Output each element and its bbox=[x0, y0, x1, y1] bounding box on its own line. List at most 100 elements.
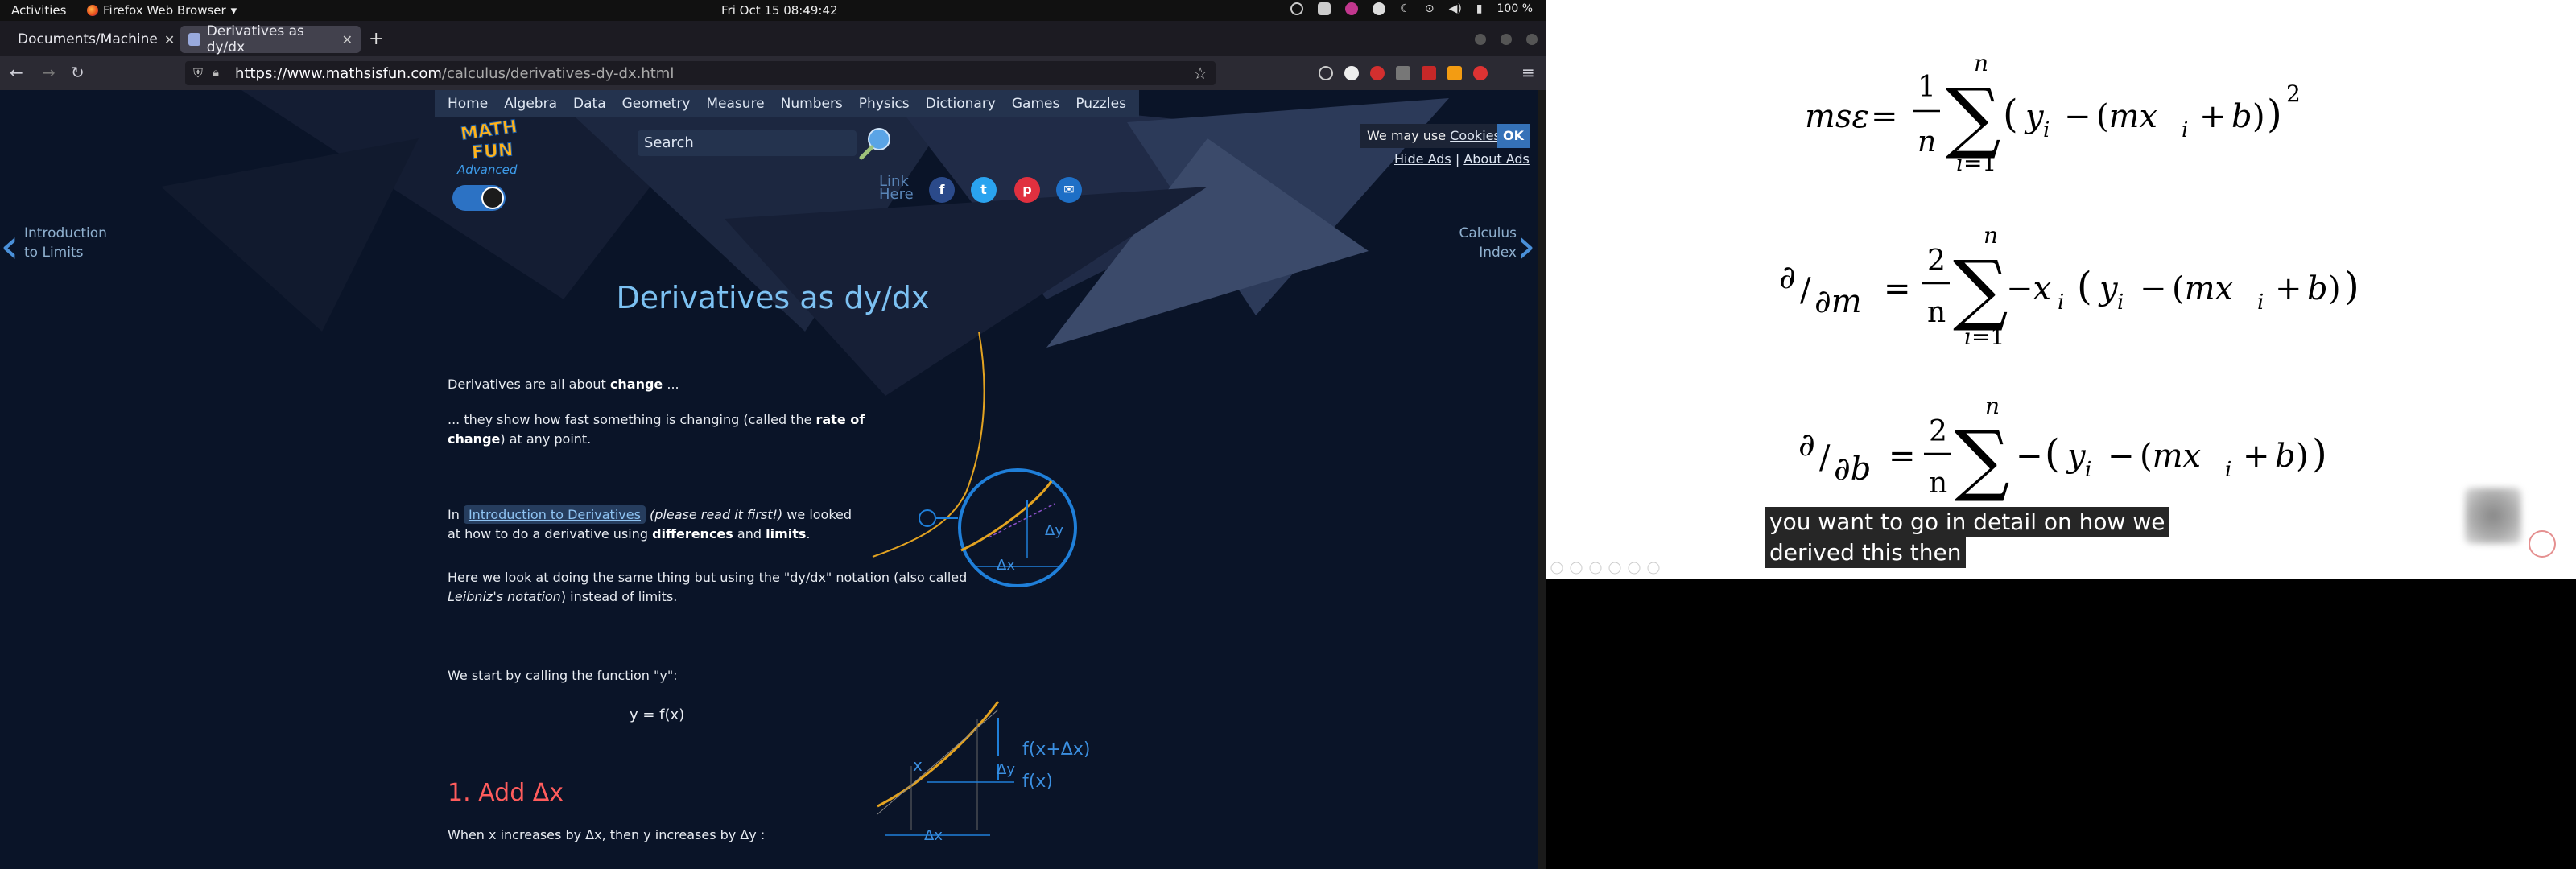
window-close-button[interactable] bbox=[1526, 34, 1538, 45]
menu-algebra[interactable]: Algebra bbox=[496, 96, 565, 112]
tab-derivatives[interactable]: Derivatives as dy/dx ✕ bbox=[180, 23, 361, 56]
chevron-right-icon[interactable]: › bbox=[1517, 222, 1536, 270]
next-page-link[interactable]: Calculus Index bbox=[1449, 224, 1517, 262]
section-heading-add-dx: 1. Add Δx bbox=[448, 779, 564, 807]
svg-text:b: b bbox=[2307, 270, 2328, 307]
battery-icon[interactable]: ▮ bbox=[1476, 2, 1483, 15]
night-light-icon[interactable]: ☾ bbox=[1400, 2, 1410, 15]
extension-icon[interactable] bbox=[1396, 66, 1410, 80]
caption-line-1: you want to go in detail on how we bbox=[1765, 507, 2170, 537]
pinterest-icon[interactable]: p bbox=[1014, 177, 1040, 203]
svg-text:b: b bbox=[2231, 98, 2252, 135]
extension-icon[interactable] bbox=[1422, 66, 1436, 80]
video-player[interactable]: msε = 1 n ∑ n i=1 ( y i − (mx i + b ) ) … bbox=[1546, 0, 2576, 579]
svg-text:∑: ∑ bbox=[1953, 244, 2008, 334]
tab-documents[interactable]: Documents/Machine ✕ bbox=[3, 26, 179, 53]
p1-text: Derivatives are all about bbox=[448, 377, 610, 392]
pocket-icon[interactable] bbox=[1319, 66, 1333, 80]
p4-italic: Leibniz's notation bbox=[448, 589, 561, 604]
p3-italic: (please read it first!) bbox=[650, 507, 783, 522]
reload-icon[interactable]: ↻ bbox=[71, 63, 85, 82]
app-indicator-icon[interactable] bbox=[1345, 2, 1359, 15]
page-title: Derivatives as dy/dx bbox=[616, 280, 930, 315]
dark-mode-toggle[interactable] bbox=[452, 185, 506, 211]
menu-data[interactable]: Data bbox=[565, 96, 614, 112]
discord-icon[interactable] bbox=[1318, 2, 1331, 15]
activities-button[interactable]: Activities bbox=[11, 3, 66, 18]
svg-text:/: / bbox=[1819, 439, 1831, 476]
menu-physics[interactable]: Physics bbox=[851, 96, 918, 112]
hide-ads-link[interactable]: Hide Ads bbox=[1394, 151, 1451, 167]
about-ads-link[interactable]: About Ads bbox=[1463, 151, 1530, 167]
forward-icon[interactable]: → bbox=[42, 63, 56, 82]
menu-dictionary[interactable]: Dictionary bbox=[918, 96, 1004, 112]
svg-text:(: ( bbox=[2003, 92, 2018, 137]
partial-b-equation: ∂ / ∂b = 2 n ∑ n − ( y i − (mx i + b ) ) bbox=[1798, 393, 2327, 505]
twitter-icon[interactable]: t bbox=[971, 177, 997, 203]
network-icon[interactable]: ⊙ bbox=[1425, 2, 1435, 15]
prev-page-link[interactable]: Introduction to Limits bbox=[24, 224, 107, 262]
adblock-icon[interactable] bbox=[1370, 66, 1385, 80]
chevron-left-icon[interactable]: ‹ bbox=[0, 222, 19, 270]
blurred-watermark bbox=[2465, 488, 2521, 544]
svg-text:∂m: ∂m bbox=[1814, 283, 1862, 320]
lock-icon[interactable]: 🔒︎ bbox=[213, 65, 219, 80]
toggle-knob bbox=[481, 187, 504, 209]
shield-icon[interactable]: ⛨ bbox=[193, 65, 203, 81]
svg-text:): ) bbox=[2296, 438, 2309, 475]
player-controls[interactable] bbox=[1550, 562, 1660, 575]
maximize-button[interactable] bbox=[1501, 34, 1512, 45]
svg-text:i: i bbox=[2043, 118, 2050, 142]
extension-icon[interactable] bbox=[1344, 66, 1359, 80]
link-here[interactable]: Link Here bbox=[879, 175, 914, 202]
svg-text:∂: ∂ bbox=[1779, 259, 1796, 296]
menu-home[interactable]: Home bbox=[440, 96, 496, 112]
svg-text:(mx: (mx bbox=[2096, 98, 2157, 135]
minimize-button[interactable] bbox=[1475, 34, 1486, 45]
svg-text:(: ( bbox=[2045, 431, 2060, 476]
bookmark-star-icon[interactable]: ☆ bbox=[1193, 64, 1208, 83]
p4-text-end: ) instead of limits. bbox=[560, 589, 678, 604]
app-menu[interactable]: Firefox Web Browser ▾ bbox=[87, 3, 237, 18]
svg-text:−: − bbox=[2107, 438, 2135, 475]
svg-text:i: i bbox=[2182, 118, 2188, 142]
facebook-icon[interactable]: f bbox=[929, 177, 955, 203]
accessibility-icon[interactable] bbox=[1373, 2, 1386, 15]
svg-text:i: i bbox=[2117, 290, 2124, 315]
cookies-link[interactable]: Cookies bbox=[1450, 128, 1501, 143]
search-icon[interactable] bbox=[857, 126, 894, 163]
url-bar[interactable]: ⛨ 🔒︎ https://www.mathsisfun.com/calculus… bbox=[185, 61, 1216, 85]
p3-text: In bbox=[448, 507, 464, 522]
new-tab-button[interactable]: + bbox=[369, 29, 383, 49]
intro-derivatives-link[interactable]: Introduction to Derivatives bbox=[463, 505, 646, 524]
cookie-ok-button[interactable]: OK bbox=[1497, 124, 1530, 148]
logo-text-advanced: Advanced bbox=[457, 163, 518, 177]
menu-icon[interactable]: ≡ bbox=[1521, 63, 1535, 82]
close-icon[interactable]: ✕ bbox=[342, 32, 353, 47]
sync-icon[interactable] bbox=[1290, 2, 1304, 15]
search-input[interactable]: Search bbox=[638, 130, 857, 156]
back-icon[interactable]: ← bbox=[10, 63, 23, 82]
diag2-dx-label: Δx bbox=[924, 827, 943, 844]
svg-text:i: i bbox=[2257, 290, 2264, 315]
menu-geometry[interactable]: Geometry bbox=[614, 96, 699, 112]
volume-icon[interactable]: ◀) bbox=[1449, 2, 1462, 15]
caption-line-2: derived this then bbox=[1765, 537, 1967, 568]
email-icon[interactable]: ✉ bbox=[1056, 177, 1082, 203]
svg-text:∑: ∑ bbox=[1955, 414, 2010, 505]
menu-measure[interactable]: Measure bbox=[698, 96, 772, 112]
menu-puzzles[interactable]: Puzzles bbox=[1067, 96, 1134, 112]
diag2-x-label: x bbox=[913, 756, 923, 775]
extension-icon[interactable] bbox=[1473, 66, 1488, 80]
system-tray[interactable]: ☾ ⊙ ◀) ▮ 100 % bbox=[1290, 2, 1533, 15]
site-logo[interactable]: MATH FUN Advanced bbox=[457, 117, 530, 177]
extension-icon[interactable] bbox=[1447, 66, 1462, 80]
close-icon[interactable]: ✕ bbox=[164, 32, 175, 47]
url-text[interactable]: https://www.mathsisfun.com/calculus/deri… bbox=[235, 65, 674, 82]
menu-numbers[interactable]: Numbers bbox=[773, 96, 851, 112]
svg-text:i: i bbox=[2085, 458, 2091, 482]
svg-text:−: − bbox=[2140, 270, 2167, 307]
menu-games[interactable]: Games bbox=[1004, 96, 1067, 112]
clock[interactable]: Fri Oct 15 08:49:42 bbox=[721, 3, 838, 18]
svg-text:(mx: (mx bbox=[2172, 270, 2233, 307]
